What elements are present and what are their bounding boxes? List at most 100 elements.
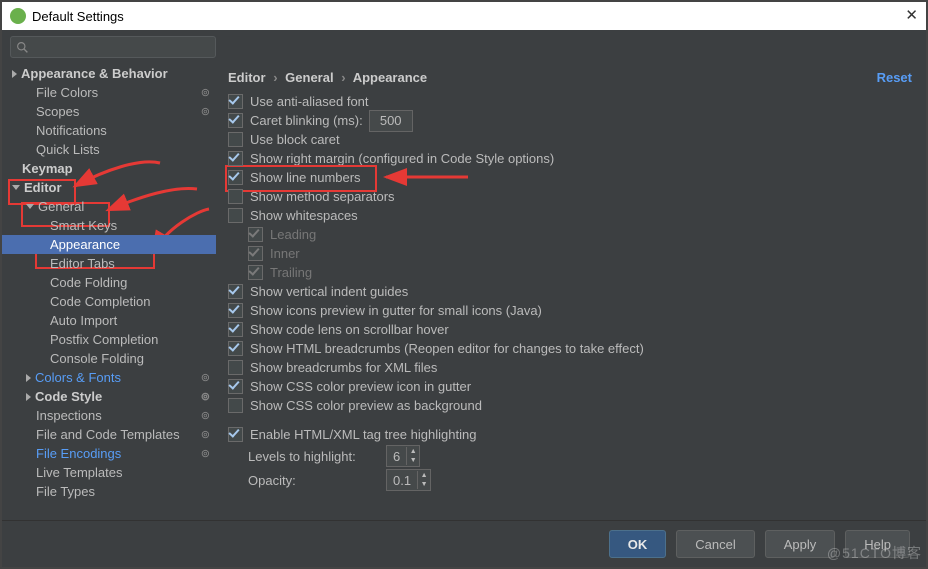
checkbox-icon[interactable] <box>228 94 243 109</box>
checkbox-icon[interactable] <box>228 189 243 204</box>
checkbox-row[interactable]: Show breadcrumbs for XML files <box>228 358 912 377</box>
checkbox-label: Show HTML breadcrumbs (Reopen editor for… <box>250 341 644 356</box>
sidebar-item-label: Auto Import <box>50 313 117 328</box>
checkbox-row[interactable]: Show icons preview in gutter for small i… <box>228 301 912 320</box>
gear-icon: ⊚ <box>201 86 210 99</box>
sidebar-item-label: Scopes <box>36 104 79 119</box>
chevron-down-icon[interactable]: ▼ <box>407 456 419 465</box>
sidebar-item[interactable]: File Types <box>2 482 216 501</box>
window-title: Default Settings <box>32 9 124 24</box>
checkbox-icon[interactable] <box>228 341 243 356</box>
chevron-down-icon[interactable]: ▼ <box>418 480 430 489</box>
checkbox-icon[interactable] <box>228 360 243 375</box>
sidebar-item[interactable]: File Encodings⊚ <box>2 444 216 463</box>
checkbox-icon[interactable] <box>228 284 243 299</box>
sidebar-item[interactable]: Smart Keys <box>2 216 216 235</box>
sidebar-item[interactable]: Inspections⊚ <box>2 406 216 425</box>
checkbox-row[interactable]: Caret blinking (ms): 500 <box>228 111 912 130</box>
checkbox-row[interactable]: Show code lens on scrollbar hover <box>228 320 912 339</box>
checkbox-label: Enable HTML/XML tag tree highlighting <box>250 427 476 442</box>
checkbox-icon[interactable] <box>228 113 243 128</box>
checkbox-icon[interactable] <box>228 151 243 166</box>
checkbox-label: Inner <box>270 246 300 261</box>
sidebar-item-label: Code Completion <box>50 294 150 309</box>
checkbox-label: Show method separators <box>250 189 395 204</box>
sidebar-item[interactable]: Code Completion <box>2 292 216 311</box>
checkbox-row[interactable]: Trailing <box>248 263 912 282</box>
sidebar-item[interactable]: General <box>2 197 216 216</box>
sidebar: Appearance & BehaviorFile Colors⊚Scopes⊚… <box>2 62 216 521</box>
sidebar-item-label: Live Templates <box>36 465 122 480</box>
checkbox-label: Show CSS color preview as background <box>250 398 482 413</box>
sidebar-item-label: Code Folding <box>50 275 127 290</box>
checkbox-row[interactable]: Show CSS color preview icon in gutter <box>228 377 912 396</box>
checkbox-row[interactable]: Enable HTML/XML tag tree highlighting <box>228 425 912 444</box>
checkbox-row[interactable]: Use anti-aliased font <box>228 92 912 111</box>
gear-icon: ⊚ <box>201 428 210 441</box>
caret-blink-input[interactable]: 500 <box>369 110 413 132</box>
checkbox-row[interactable]: Show line numbers <box>228 168 912 187</box>
checkbox-icon[interactable] <box>248 246 263 261</box>
ok-button[interactable]: OK <box>609 530 667 558</box>
sidebar-item[interactable]: Code Folding <box>2 273 216 292</box>
search-input[interactable] <box>10 36 216 58</box>
sidebar-item[interactable]: Appearance <box>2 235 216 254</box>
sidebar-item[interactable]: Editor <box>2 178 216 197</box>
opacity-stepper[interactable]: 0.1▲▼ <box>386 469 431 491</box>
checkbox-row[interactable]: Show HTML breadcrumbs (Reopen editor for… <box>228 339 912 358</box>
checkbox-icon[interactable] <box>228 303 243 318</box>
checkbox-icon[interactable] <box>228 379 243 394</box>
checkbox-row[interactable]: Leading <box>248 225 912 244</box>
sidebar-item[interactable]: Keymap <box>2 159 216 178</box>
sidebar-item[interactable]: Appearance & Behavior <box>2 64 216 83</box>
checkbox-row[interactable]: Show vertical indent guides <box>228 282 912 301</box>
sidebar-item[interactable]: Live Templates <box>2 463 216 482</box>
sidebar-item-label: Editor Tabs <box>50 256 115 271</box>
levels-stepper[interactable]: 6▲▼ <box>386 445 420 467</box>
sidebar-item[interactable]: Auto Import <box>2 311 216 330</box>
breadcrumb-sep: › <box>341 70 345 85</box>
reset-link[interactable]: Reset <box>877 70 912 85</box>
field-label: Opacity: <box>248 473 378 488</box>
main-panel: Editor › General › Appearance Reset Use … <box>216 62 926 521</box>
sidebar-item-label: Colors & Fonts <box>35 370 121 385</box>
checkbox-row[interactable]: Use block caret <box>228 130 912 149</box>
checkbox-row[interactable]: Show whitespaces <box>228 206 912 225</box>
breadcrumb-part: Appearance <box>353 70 427 85</box>
breadcrumb-sep: › <box>273 70 277 85</box>
checkbox-icon[interactable] <box>228 427 243 442</box>
checkbox-icon[interactable] <box>248 227 263 242</box>
checkbox-row[interactable]: Show CSS color preview as background <box>228 396 912 415</box>
sidebar-item-label: Inspections <box>36 408 102 423</box>
sidebar-item[interactable]: Scopes⊚ <box>2 102 216 121</box>
checkbox-label: Caret blinking (ms): <box>250 113 363 128</box>
sidebar-item[interactable]: Postfix Completion <box>2 330 216 349</box>
cancel-button[interactable]: Cancel <box>676 530 754 558</box>
checkbox-row[interactable]: Show right margin (configured in Code St… <box>228 149 912 168</box>
checkbox-icon[interactable] <box>228 208 243 223</box>
apply-button[interactable]: Apply <box>765 530 836 558</box>
sidebar-item[interactable]: File Colors⊚ <box>2 83 216 102</box>
checkbox-row[interactable]: Inner <box>248 244 912 263</box>
sidebar-item[interactable]: File and Code Templates⊚ <box>2 425 216 444</box>
close-icon[interactable]: ✕ <box>905 6 918 24</box>
checkbox-icon[interactable] <box>228 398 243 413</box>
sidebar-item[interactable]: Console Folding <box>2 349 216 368</box>
checkbox-icon[interactable] <box>228 170 243 185</box>
sidebar-item[interactable]: Notifications <box>2 121 216 140</box>
checkbox-icon[interactable] <box>228 322 243 337</box>
disclosure-right-icon <box>12 70 17 78</box>
disclosure-right-icon <box>26 393 31 401</box>
titlebar: Default Settings ✕ <box>2 2 926 31</box>
chevron-up-icon[interactable]: ▲ <box>407 447 419 456</box>
chevron-up-icon[interactable]: ▲ <box>418 471 430 480</box>
search-icon <box>16 41 29 54</box>
sidebar-item[interactable]: Code Style⊚ <box>2 387 216 406</box>
sidebar-item[interactable]: Quick Lists <box>2 140 216 159</box>
sidebar-item[interactable]: Editor Tabs <box>2 254 216 273</box>
checkbox-icon[interactable] <box>228 132 243 147</box>
sidebar-item-label: Code Style <box>35 389 102 404</box>
checkbox-icon[interactable] <box>248 265 263 280</box>
sidebar-item[interactable]: Colors & Fonts⊚ <box>2 368 216 387</box>
checkbox-row[interactable]: Show method separators <box>228 187 912 206</box>
